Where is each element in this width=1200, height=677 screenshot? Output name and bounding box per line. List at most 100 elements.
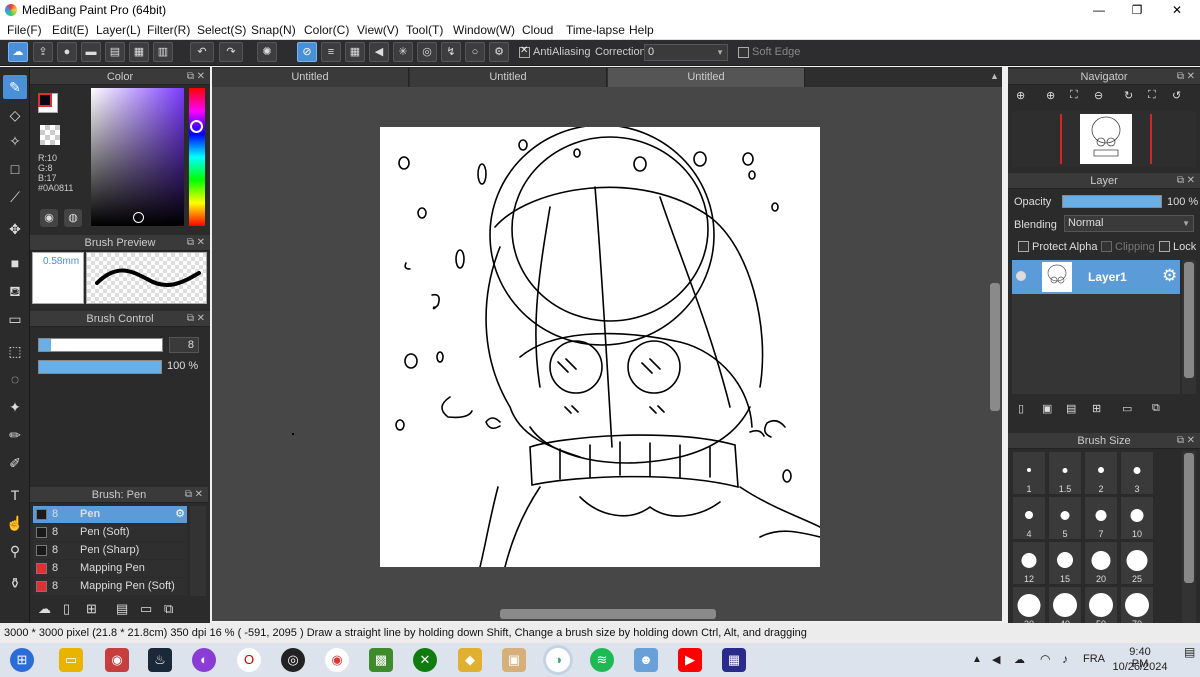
vertical-scrollbar[interactable]: [988, 87, 1002, 607]
speaker-icon[interactable]: ♪: [1062, 652, 1068, 666]
steam-icon[interactable]: ♨: [148, 648, 172, 672]
canvas-area[interactable]: [212, 87, 998, 607]
tab-untitled-1[interactable]: Untitled: [212, 68, 409, 87]
line-tool-icon[interactable]: ⟋: [3, 185, 27, 209]
color-settings-icon[interactable]: ◍: [64, 209, 82, 227]
brush-list-item[interactable]: 8 Mapping Pen (Soft): [33, 578, 187, 595]
soft-edge-checkbox[interactable]: [738, 47, 749, 58]
app-icon-blue[interactable]: ▦: [722, 648, 746, 672]
color-cursor[interactable]: [133, 212, 144, 223]
clock-date[interactable]: 10/26/2024: [1112, 661, 1168, 673]
document-icon[interactable]: ▤: [105, 42, 125, 62]
hue-slider[interactable]: [189, 88, 205, 226]
float-icon[interactable]: ⧉: [187, 69, 194, 85]
brush-size-cell[interactable]: 7: [1084, 496, 1118, 540]
brush-size-cell[interactable]: 20: [1084, 541, 1118, 585]
protect-alpha-checkbox[interactable]: [1018, 241, 1029, 252]
gear-icon[interactable]: ⚙: [1162, 266, 1177, 286]
fullscreen-icon[interactable]: ⛶: [1148, 89, 1156, 102]
tab-untitled-2[interactable]: Untitled: [410, 68, 607, 87]
close-button[interactable]: ✕: [1154, 0, 1200, 20]
layer-folder-icon[interactable]: ▭: [1122, 402, 1132, 415]
new-halftone-layer-icon[interactable]: ▣: [1042, 402, 1052, 415]
layer-list-scrollbar[interactable]: [1182, 260, 1196, 394]
text-tool-icon[interactable]: T: [3, 483, 27, 507]
menu-color[interactable]: Color(C): [304, 23, 349, 37]
youtube-icon[interactable]: ▶: [678, 648, 702, 672]
undo-icon[interactable]: ↶: [190, 42, 214, 62]
menu-layer[interactable]: Layer(L): [96, 23, 141, 37]
chrome-icon[interactable]: ◉: [325, 648, 349, 672]
menu-file[interactable]: File(F): [7, 23, 42, 37]
layer-opacity-slider[interactable]: [1062, 195, 1162, 208]
eye-icon[interactable]: [1016, 271, 1026, 281]
brush-size-scrollbar[interactable]: [1182, 451, 1196, 623]
antialias-checkbox[interactable]: [519, 45, 530, 58]
foreground-color-swatch[interactable]: [38, 93, 52, 107]
float-icon[interactable]: ⧉: [185, 487, 192, 503]
language-indicator[interactable]: FRA: [1083, 653, 1105, 665]
brush-size-slider[interactable]: [38, 338, 163, 352]
float-icon[interactable]: ⧉: [1177, 433, 1184, 449]
brush-size-cell[interactable]: 1: [1012, 451, 1046, 495]
gear-icon[interactable]: ⚙: [175, 506, 185, 523]
snap-ellipse-icon[interactable]: ○: [465, 42, 485, 62]
zoom-reset-icon[interactable]: ⊕: [1016, 89, 1025, 102]
layer-row[interactable]: Layer1 ⚙: [1012, 260, 1180, 294]
correction-select[interactable]: 0 ▼: [644, 44, 728, 61]
grid-icon[interactable]: ▦: [129, 42, 149, 62]
rotate-icon[interactable]: ↻: [1124, 89, 1133, 102]
select-eraser-icon[interactable]: ✐: [3, 451, 27, 475]
speech-icon[interactable]: ▬: [81, 42, 101, 62]
snap-parallel-icon[interactable]: ≡: [321, 42, 341, 62]
horizontal-scroll-thumb[interactable]: [500, 609, 716, 619]
move-tool-icon[interactable]: ✥: [3, 217, 27, 241]
vertical-scroll-thumb[interactable]: [990, 283, 1000, 411]
close-icon[interactable]: ✕: [197, 235, 205, 251]
menu-filter[interactable]: Filter(R): [147, 23, 190, 37]
magic-wand-icon[interactable]: ✦: [3, 395, 27, 419]
file-explorer-icon[interactable]: ▭: [59, 648, 83, 672]
onedrive-icon[interactable]: ☁: [1014, 653, 1025, 666]
active-app-icon[interactable]: ◑: [546, 648, 570, 672]
bucket-icon[interactable]: ⛾: [3, 279, 27, 303]
new-brush-icon[interactable]: ▯: [63, 601, 70, 617]
dot-eraser-icon[interactable]: ✧: [3, 129, 27, 153]
cat-app-icon[interactable]: ▣: [502, 648, 526, 672]
comment-icon[interactable]: ●: [57, 42, 77, 62]
brush-list-item[interactable]: 8 Mapping Pen: [33, 560, 187, 577]
brush-size-value[interactable]: 8: [169, 337, 199, 353]
chevron-up-icon[interactable]: ▲: [990, 71, 999, 81]
brush-list-item[interactable]: 8 Pen ⚙: [33, 506, 187, 523]
close-icon[interactable]: ✕: [197, 69, 205, 85]
clipping-checkbox[interactable]: [1101, 241, 1112, 252]
people-icon[interactable]: ☻: [634, 648, 658, 672]
blending-select[interactable]: Normal ▼: [1064, 215, 1194, 232]
brush-size-scroll-thumb[interactable]: [1184, 453, 1194, 583]
tab-untitled-3[interactable]: Untitled: [608, 68, 805, 87]
new-1bit-layer-icon[interactable]: ▤: [1066, 402, 1076, 415]
snap-perspective-icon[interactable]: ◀: [369, 42, 389, 62]
menu-edit[interactable]: Edit(E): [52, 23, 89, 37]
add-layer-menu-icon[interactable]: ⊞: [1092, 402, 1101, 415]
select-icon[interactable]: ⬚: [3, 339, 27, 363]
game-icon[interactable]: ◆: [458, 648, 482, 672]
xbox-icon[interactable]: ✕: [413, 648, 437, 672]
brush-list-item[interactable]: 8 Pen (Sharp): [33, 542, 187, 559]
minecraft-icon[interactable]: ▩: [369, 648, 393, 672]
cloud-icon[interactable]: ☁: [8, 42, 28, 62]
brush-size-cell[interactable]: 2: [1084, 451, 1118, 495]
close-icon[interactable]: ✕: [1187, 433, 1195, 449]
layer-duplicate-icon[interactable]: ⧉: [1152, 402, 1160, 415]
menu-cloud[interactable]: Cloud: [522, 23, 553, 37]
rectangle-select-icon[interactable]: □: [3, 157, 27, 181]
float-icon[interactable]: ⧉: [1177, 69, 1184, 85]
close-icon[interactable]: ✕: [1187, 69, 1195, 85]
brush-size-cell[interactable]: 5: [1048, 496, 1082, 540]
app-icon-purple[interactable]: ◐: [192, 648, 216, 672]
add-brush-icon[interactable]: ⊞: [86, 601, 97, 617]
tray-chevron-icon[interactable]: ▲: [972, 654, 982, 665]
brush-size-cell[interactable]: 25: [1120, 541, 1154, 585]
menu-view[interactable]: View(V): [357, 23, 399, 37]
upload-icon[interactable]: ⇪: [33, 42, 53, 62]
